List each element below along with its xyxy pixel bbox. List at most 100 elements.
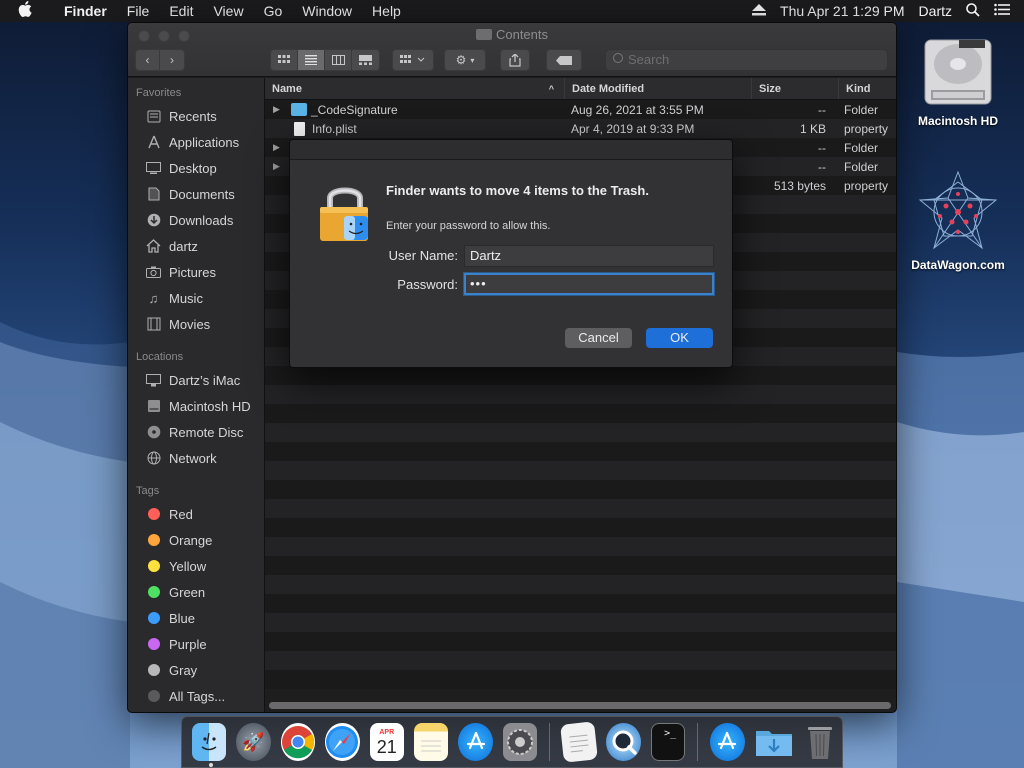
sidebar: Favorites Recents Applications Desktop D… [128,78,265,712]
sidebar-item-label: Macintosh HD [169,398,251,414]
column-view-icon[interactable] [325,50,352,70]
sidebar-item-label: Remote Disc [169,424,244,440]
menu-window[interactable]: Window [292,3,362,19]
tag-color-dot [148,638,160,650]
sidebar-item-downloads[interactable]: Downloads [128,207,264,233]
table-row[interactable]: ▶Info.plist Apr 4, 2019 at 9:33 PM 1 KB … [265,119,896,138]
dock-terminal-icon[interactable]: >_ [650,723,686,761]
dock-chrome-icon[interactable] [280,723,316,761]
sidebar-tag-yellow[interactable]: Yellow [128,553,264,579]
dock-launchpad-icon[interactable]: 🚀 [236,723,271,761]
sidebar-tag-blue[interactable]: Blue [128,605,264,631]
dock-system-preferences-icon[interactable] [502,723,538,761]
sidebar-item-pictures[interactable]: Pictures [128,259,264,285]
sidebar-tag-orange[interactable]: Orange [128,527,264,553]
column-header-label: Kind [846,83,871,95]
folder-icon [291,103,307,116]
sidebar-item-documents[interactable]: Documents [128,181,264,207]
dialog-titlebar [290,140,732,160]
sidebar-item-movies[interactable]: Movies [128,311,264,337]
tag-icon [556,55,572,65]
menu-help[interactable]: Help [362,3,411,19]
sidebar-item-home[interactable]: dartz [128,233,264,259]
column-header-size[interactable]: Size [752,78,839,99]
window-title: Contents [128,27,896,42]
disclosure-triangle-icon[interactable]: ▶ [273,104,283,115]
disclosure-triangle-icon[interactable]: ▶ [273,161,283,172]
calendar-month: APR [379,728,395,736]
icon-view-icon[interactable] [271,50,298,70]
sidebar-item-network[interactable]: Network [128,445,264,471]
file-date: Aug 26, 2021 at 3:55 PM [571,102,704,117]
music-note-icon: ♫ [148,290,159,306]
datawagon-star-icon [916,170,1000,254]
menu-file[interactable]: File [117,3,160,19]
terminal-prompt-glyph: >_ [664,728,677,739]
sidebar-tag-gray[interactable]: Gray [128,657,264,683]
spotlight-search-icon[interactable] [966,2,980,20]
eject-icon[interactable] [752,3,767,19]
dock-notes-icon[interactable] [413,723,449,761]
dock-finder-icon[interactable] [192,723,227,767]
dock-safari-icon[interactable] [325,723,360,761]
username-field[interactable]: Dartz [464,245,714,267]
forward-button[interactable]: › [160,50,184,70]
sidebar-item-applications[interactable]: Applications [128,129,264,155]
dock-app-store-icon[interactable] [458,723,493,761]
sidebar-item-remote-disc[interactable]: Remote Disc [128,419,264,445]
back-button[interactable]: ‹ [136,50,161,70]
sidebar-item-label: Network [169,450,217,466]
notification-center-icon[interactable] [994,3,1010,19]
menu-app-name[interactable]: Finder [54,3,117,19]
edit-tags-button[interactable] [546,49,582,71]
file-kind: Folder [844,102,879,117]
gear-icon: ⚙ [455,53,467,67]
cancel-button[interactable]: Cancel [565,328,632,348]
tag-color-dot [148,534,160,546]
dock-applications-folder-icon[interactable] [710,723,745,761]
dock-downloads-folder-icon[interactable] [755,723,793,761]
column-header-name[interactable]: Name ^ [265,78,565,99]
ok-button[interactable]: OK [646,328,713,348]
desktop-icon-datawagon[interactable]: DataWagon.com [903,170,1013,272]
list-view-icon[interactable] [298,50,325,70]
horizontal-scrollbar[interactable] [269,702,891,709]
dock-textedit-icon[interactable] [560,721,599,763]
sidebar-item-macintosh-hd[interactable]: Macintosh HD [128,393,264,419]
action-gear-button[interactable]: ⚙ ▾ [444,49,486,71]
dock: 🚀 APR 21 >_ [181,716,843,768]
group-by-button[interactable] [392,49,434,71]
dock-trash-icon[interactable] [803,723,837,761]
tag-color-dot [148,664,160,676]
menu-view[interactable]: View [203,3,253,19]
sidebar-item-desktop[interactable]: Desktop [128,155,264,181]
share-button[interactable] [500,49,530,71]
column-header-date[interactable]: Date Modified [565,78,752,99]
column-header-label: Size [759,83,782,95]
dock-quicktime-icon[interactable] [606,723,641,761]
disclosure-triangle-icon[interactable]: ▶ [273,142,283,153]
sidebar-item-music[interactable]: ♫ Music [128,285,264,311]
column-header-label: Date Modified [572,83,645,95]
document-icon [145,187,162,202]
menu-edit[interactable]: Edit [159,3,203,19]
back-forward-control: ‹ › [135,49,185,71]
sidebar-all-tags[interactable]: All Tags... [128,683,264,709]
sidebar-tag-green[interactable]: Green [128,579,264,605]
menu-user[interactable]: Dartz [919,3,952,19]
file-icon [294,121,305,136]
sidebar-tag-red[interactable]: Red [128,501,264,527]
desktop-icon-macintosh-hd[interactable]: Macintosh HD [903,34,1013,128]
search-input[interactable]: Search [605,49,888,71]
apple-menu-icon[interactable] [18,1,40,21]
column-header-kind[interactable]: Kind [839,78,896,99]
table-row[interactable]: ▶ _CodeSignature Aug 26, 2021 at 3:55 PM … [265,100,896,119]
gallery-view-icon[interactable] [352,50,379,70]
sidebar-item-imac[interactable]: Dartz’s iMac [128,367,264,393]
menu-go[interactable]: Go [254,3,293,19]
password-field[interactable]: ••• [464,273,714,295]
sidebar-item-recents[interactable]: Recents [128,103,264,129]
sidebar-tag-purple[interactable]: Purple [128,631,264,657]
dock-calendar-icon[interactable]: APR 21 [369,723,404,761]
menu-clock[interactable]: Thu Apr 21 1:29 PM [780,3,905,19]
